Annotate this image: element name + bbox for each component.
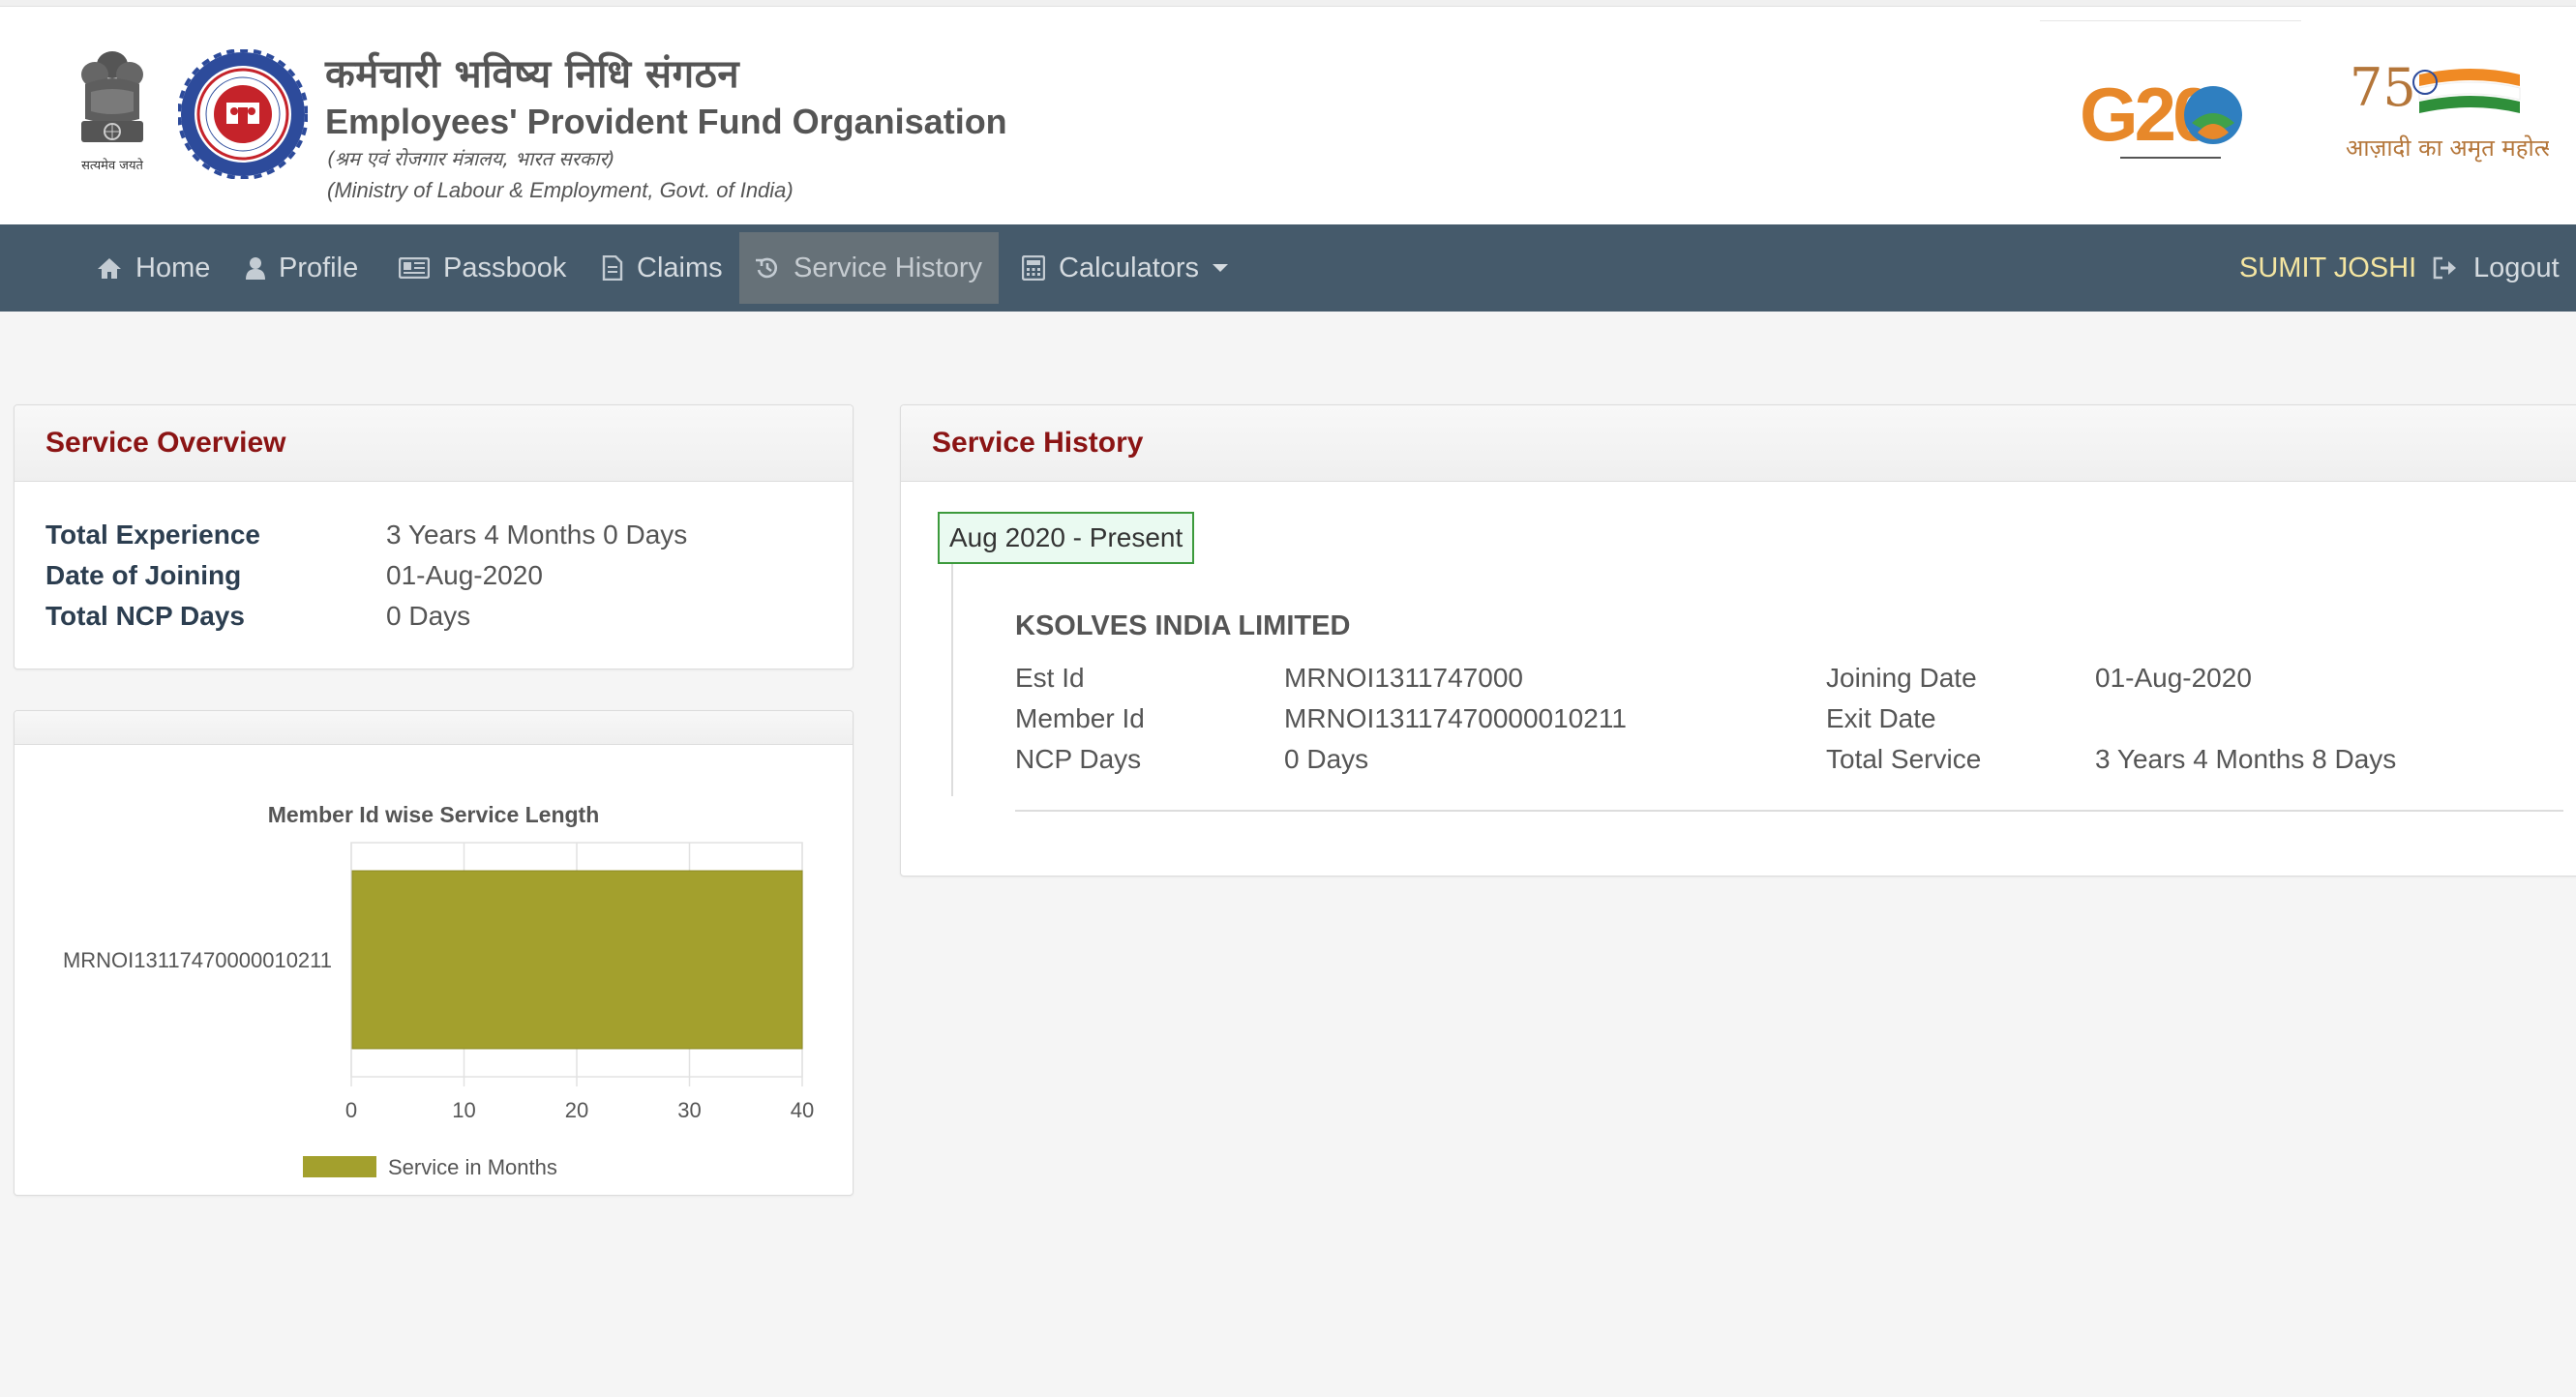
service-length-chart: 0 10 20 30 40 MRNOI13117470000010211 Service i… bbox=[63, 842, 814, 1179]
nav-home[interactable]: Home bbox=[81, 232, 225, 304]
nav-passbook-label: Passbook bbox=[443, 252, 567, 283]
header-divider bbox=[2040, 20, 2301, 21]
nav-calculators-dropdown[interactable]: Calculators bbox=[1006, 232, 1243, 304]
national-emblem-logo: सत्यमेव जयते bbox=[81, 51, 143, 173]
timeline-line bbox=[951, 564, 953, 796]
nav-passbook[interactable]: Passbook bbox=[383, 232, 582, 304]
logout-label: Logout bbox=[2473, 252, 2560, 283]
emblem-motto: सत्यमेव जयते bbox=[81, 158, 143, 173]
chart-legend-label: Service in Months bbox=[388, 1155, 557, 1179]
nav-claims[interactable]: Claims bbox=[586, 232, 738, 304]
joining-date-label: Joining Date bbox=[1826, 663, 1977, 693]
overview-value: 01-Aug-2020 bbox=[386, 560, 543, 590]
ncp-days-label: NCP Days bbox=[1015, 744, 1142, 774]
user-name-link[interactable]: SUMIT JOSHI bbox=[2239, 232, 2416, 304]
calculator-icon bbox=[1022, 255, 1045, 281]
overview-label: Date of Joining bbox=[45, 560, 242, 590]
service-history-panel: Service History Aug 2020 - Present KSOLV… bbox=[900, 404, 2576, 877]
top-border bbox=[0, 0, 2576, 7]
total-service-label: Total Service bbox=[1826, 744, 1982, 774]
overview-value: 0 Days bbox=[386, 601, 471, 631]
g20-logo: G20 bbox=[2080, 72, 2242, 159]
azadi-logo-text: आज़ादी का अमृत महोत्सव bbox=[2346, 134, 2549, 163]
nav-service-history-label: Service History bbox=[794, 252, 982, 283]
epfo-logo bbox=[178, 49, 308, 179]
est-id-label: Est Id bbox=[1015, 663, 1085, 693]
chart-legend-swatch bbox=[303, 1156, 376, 1177]
service-overview-title: Service Overview bbox=[45, 427, 286, 459]
home-icon bbox=[98, 258, 121, 279]
member-id-value: MRNOI13117470000010211 bbox=[1284, 703, 1627, 733]
chart-x-tick-label: 30 bbox=[677, 1098, 701, 1122]
service-length-chart-panel: Member Id wise Service Length 0 10 20 30 40 M… bbox=[14, 710, 854, 1196]
chart-category-label: MRNOI13117470000010211 bbox=[63, 948, 332, 972]
main-navbar: Home Profile Passbook Claims Service His… bbox=[0, 224, 2576, 312]
svg-text:75: 75 bbox=[2350, 57, 2416, 118]
nav-claims-label: Claims bbox=[637, 252, 723, 283]
logout-link[interactable]: Logout bbox=[2417, 232, 2560, 304]
chart-x-tick-label: 40 bbox=[791, 1098, 814, 1122]
company-name: KSOLVES INDIA LIMITED bbox=[1015, 610, 1351, 641]
chart-x-tick-label: 10 bbox=[452, 1098, 475, 1122]
exit-date-label: Exit Date bbox=[1826, 703, 1936, 733]
est-id-value: MRNOI1311747000 bbox=[1284, 663, 1523, 693]
ministry-english: (Ministry of Labour & Employment, Govt. … bbox=[327, 178, 794, 202]
site-header: सत्यमेव जयते कर्मचारी भविष्य निधि संगठन … bbox=[0, 7, 2576, 224]
service-period-badge: Aug 2020 - Present bbox=[938, 512, 1195, 564]
org-name-hindi: कर्मचारी भविष्य निधि संगठन bbox=[325, 52, 740, 97]
org-name-english: Employees' Provident Fund Organisation bbox=[325, 102, 1007, 141]
chart-bar bbox=[351, 870, 803, 1050]
chart-x-tick-label: 0 bbox=[345, 1098, 357, 1122]
chart-x-tick-label: 20 bbox=[565, 1098, 588, 1122]
service-history-title: Service History bbox=[932, 427, 1144, 459]
ministry-hindi: (श्रम एवं रोजगार मंत्रालय, भारत सरकार) bbox=[327, 147, 615, 170]
service-overview-panel: Service Overview Total Experience 3 Year… bbox=[14, 404, 854, 669]
joining-date-value: 01-Aug-2020 bbox=[2095, 663, 2252, 693]
nav-calculators-label: Calculators bbox=[1059, 252, 1200, 283]
nav-service-history[interactable]: Service History bbox=[739, 232, 999, 304]
ncp-days-value: 0 Days bbox=[1284, 744, 1369, 774]
azadi-ka-amrit-mahotsav-logo: 75 आज़ादी का अमृत महोत्सव bbox=[2346, 57, 2549, 163]
logout-icon bbox=[2433, 256, 2456, 280]
service-overview-heading: Service Overview bbox=[15, 405, 853, 482]
member-id-label: Member Id bbox=[1015, 703, 1145, 733]
nav-home-label: Home bbox=[135, 252, 211, 283]
chevron-down-icon bbox=[1213, 264, 1229, 272]
history-icon bbox=[756, 257, 778, 279]
total-service-value: 3 Years 4 Months 8 Days bbox=[2095, 744, 2397, 774]
service-history-heading: Service History bbox=[901, 405, 2576, 482]
user-icon bbox=[246, 257, 265, 280]
overview-label: Total NCP Days bbox=[45, 601, 245, 631]
overview-value: 3 Years 4 Months 0 Days bbox=[386, 520, 688, 550]
overview-label: Total Experience bbox=[45, 520, 261, 550]
nav-profile[interactable]: Profile bbox=[230, 232, 374, 304]
nav-profile-label: Profile bbox=[279, 252, 359, 283]
passbook-icon bbox=[399, 257, 430, 279]
history-entry-divider bbox=[1015, 810, 2563, 812]
document-icon bbox=[602, 255, 623, 281]
